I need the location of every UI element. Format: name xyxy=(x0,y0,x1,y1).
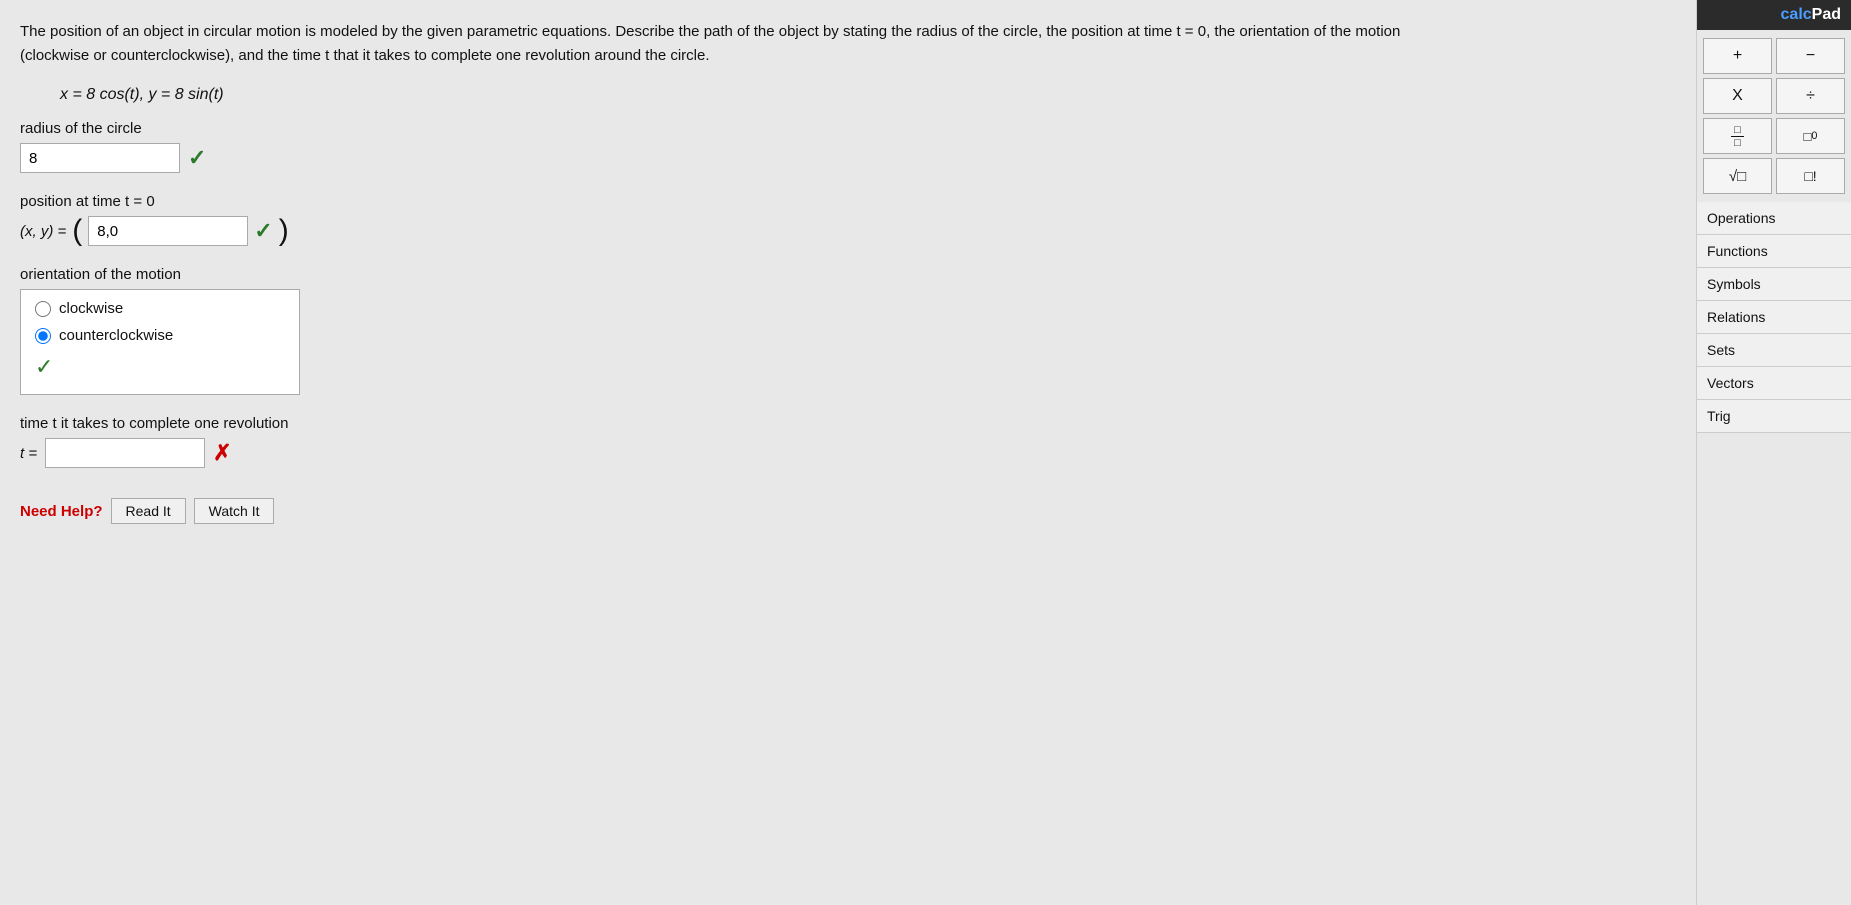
position-prefix: (x, y) = xyxy=(20,223,66,240)
orientation-box: clockwise counterclockwise ✓ xyxy=(20,289,300,395)
multiply-button[interactable]: X xyxy=(1703,78,1772,114)
question-text: The position of an object in circular mo… xyxy=(20,20,1420,68)
counterclockwise-row: counterclockwise xyxy=(35,327,285,344)
orientation-check-icon: ✓ xyxy=(35,354,285,380)
sqrt-button[interactable]: √□ xyxy=(1703,158,1772,194)
radius-section: radius of the circle ✓ xyxy=(20,120,1670,173)
t-prefix: t = xyxy=(20,445,37,462)
radius-input-row: ✓ xyxy=(20,143,1670,173)
clockwise-row: clockwise xyxy=(35,300,285,317)
factorial-button[interactable]: □! xyxy=(1776,158,1845,194)
menu-relations[interactable]: Relations xyxy=(1697,301,1851,334)
time-section: time t it takes to complete one revoluti… xyxy=(20,415,1670,468)
menu-functions[interactable]: Functions xyxy=(1697,235,1851,268)
orientation-section: orientation of the motion clockwise coun… xyxy=(20,266,1670,395)
time-input[interactable] xyxy=(45,438,205,468)
time-x-icon: ✗ xyxy=(213,440,231,466)
calcpad-header: calcPad xyxy=(1697,0,1851,30)
need-help-text: Need Help? xyxy=(20,503,103,520)
position-label: position at time t = 0 xyxy=(20,193,1670,210)
fraction-button[interactable]: □ □ xyxy=(1703,118,1772,154)
equation: x = 8 cos(t), y = 8 sin(t) xyxy=(60,86,1670,104)
left-paren: ( xyxy=(72,216,82,246)
watch-it-button[interactable]: Watch It xyxy=(194,498,275,524)
radius-input[interactable] xyxy=(20,143,180,173)
position-check-icon: ✓ xyxy=(254,218,272,244)
divide-button[interactable]: ÷ xyxy=(1776,78,1845,114)
read-it-button[interactable]: Read It xyxy=(111,498,186,524)
power-button[interactable]: □0 xyxy=(1776,118,1845,154)
menu-symbols[interactable]: Symbols xyxy=(1697,268,1851,301)
radius-label: radius of the circle xyxy=(20,120,1670,137)
calcpad-sidebar: calcPad + − X ÷ □ □ □0 √□ □! Operations … xyxy=(1696,0,1851,905)
time-label: time t it takes to complete one revoluti… xyxy=(20,415,1670,432)
right-paren: ) xyxy=(279,216,289,246)
calcpad-title-blue: calc xyxy=(1781,6,1812,23)
position-input-row: (x, y) = ( ✓ ) xyxy=(20,216,1670,246)
main-content: The position of an object in circular mo… xyxy=(0,0,1700,905)
minus-button[interactable]: − xyxy=(1776,38,1845,74)
clockwise-radio[interactable] xyxy=(35,301,51,317)
counterclockwise-label: counterclockwise xyxy=(59,327,173,344)
orientation-label: orientation of the motion xyxy=(20,266,1670,283)
counterclockwise-radio[interactable] xyxy=(35,328,51,344)
radius-check-icon: ✓ xyxy=(188,145,206,171)
need-help-row: Need Help? Read It Watch It xyxy=(20,498,1670,524)
menu-vectors[interactable]: Vectors xyxy=(1697,367,1851,400)
time-input-row: t = ✗ xyxy=(20,438,1670,468)
calcpad-menu: Operations Functions Symbols Relations S… xyxy=(1697,202,1851,433)
clockwise-label: clockwise xyxy=(59,300,123,317)
calcpad-title-white: Pad xyxy=(1812,6,1841,23)
position-input[interactable] xyxy=(88,216,248,246)
menu-sets[interactable]: Sets xyxy=(1697,334,1851,367)
position-section: position at time t = 0 (x, y) = ( ✓ ) xyxy=(20,193,1670,246)
calcpad-buttons: + − X ÷ □ □ □0 √□ □! xyxy=(1697,30,1851,202)
plus-button[interactable]: + xyxy=(1703,38,1772,74)
menu-trig[interactable]: Trig xyxy=(1697,400,1851,433)
menu-operations[interactable]: Operations xyxy=(1697,202,1851,235)
